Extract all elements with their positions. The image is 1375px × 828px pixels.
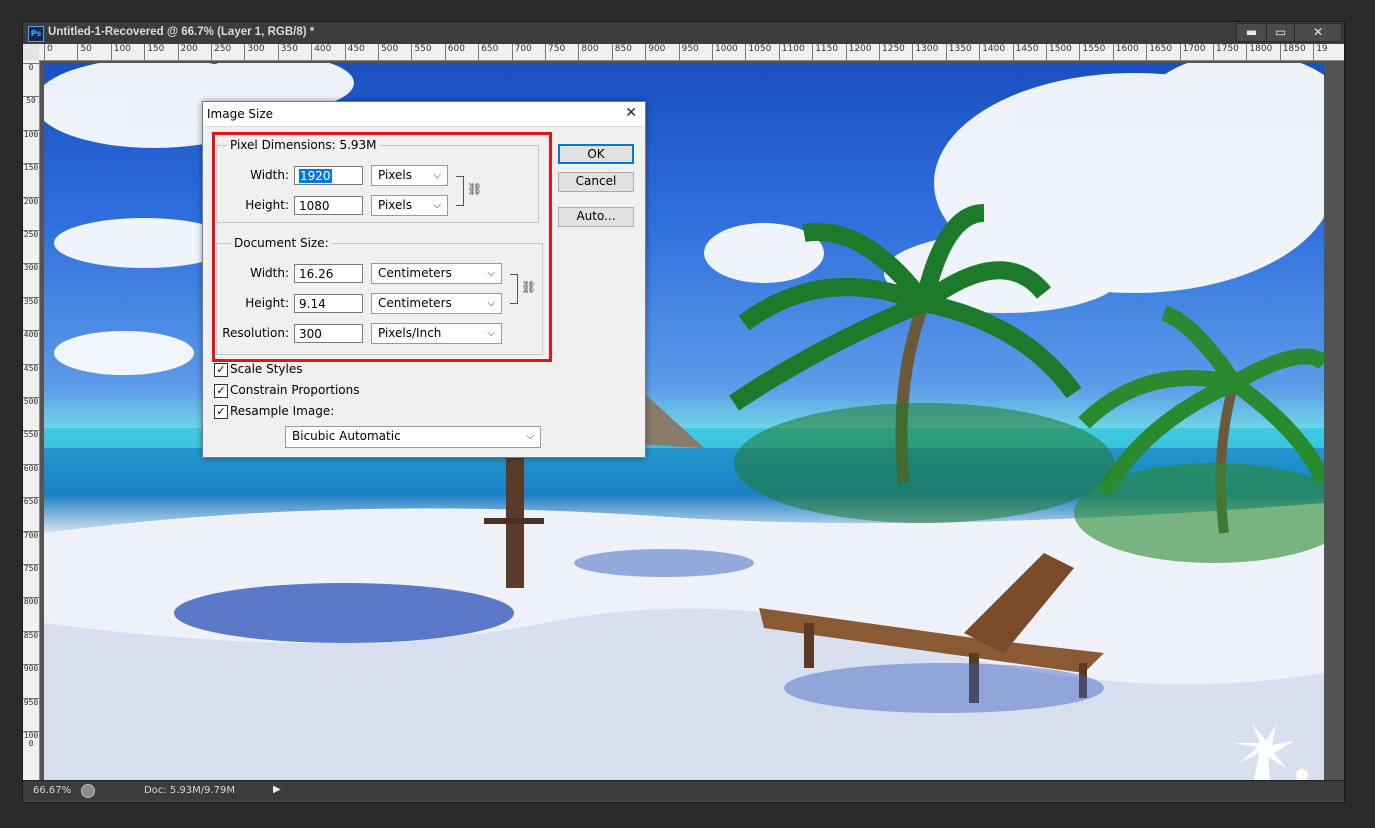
ruler-top-tick: 950	[678, 44, 699, 60]
ruler-top-tick: 800	[578, 44, 599, 60]
ruler-top-tick: 650	[478, 44, 498, 60]
ruler-top-tick: 750	[545, 44, 565, 60]
ruler-top-tick: 1400	[979, 44, 1005, 60]
scale-styles-checkbox[interactable]: ✓	[214, 363, 228, 377]
ruler-left-tick: 1000	[23, 731, 39, 748]
dialog-title: Image Size	[207, 107, 274, 121]
ruler-top-tick: 1750	[1213, 44, 1239, 60]
ruler-top-tick: 1150	[812, 44, 838, 60]
status-bar: 66.67% Doc: 5.93M/9.79M ▶	[23, 780, 1344, 801]
ruler-left-tick: 350	[23, 296, 39, 306]
constrain-proportions-label: Constrain Proportions	[230, 383, 360, 397]
doc-size: Doc: 5.93M/9.79M	[144, 785, 236, 796]
resample-method-select[interactable]: Bicubic Automatic ⌵	[285, 426, 541, 448]
ruler-left-tick: 400	[23, 330, 39, 340]
ruler-top-tick: 1500	[1046, 44, 1072, 60]
ruler-left-tick: 50	[23, 96, 39, 105]
ruler-left-tick: 600	[23, 463, 39, 473]
ruler-top-tick: 100	[110, 44, 131, 60]
resample-image-label: Resample Image:	[230, 404, 335, 418]
ruler-origin[interactable]	[23, 44, 40, 61]
ruler-top-tick: 600	[444, 44, 465, 60]
ruler-left-tick: 250	[23, 230, 39, 239]
ruler-top-tick: 1700	[1179, 44, 1206, 60]
ruler-top-tick: 1800	[1246, 44, 1272, 60]
ruler-top-tick: 300	[244, 44, 265, 60]
minimize-icon: ▬	[1245, 25, 1258, 39]
ruler-top-tick: 350	[277, 44, 298, 60]
ruler-left-tick: 750	[23, 564, 39, 573]
ruler-top-tick: 1650	[1146, 44, 1172, 60]
ruler-top-tick: 900	[645, 44, 665, 60]
ruler-top-tick: 700	[511, 44, 532, 60]
ruler-left-tick: 0	[23, 63, 39, 72]
ruler-top-tick: 500	[378, 44, 398, 60]
ruler-top-tick: 200	[177, 44, 198, 60]
document-title: Untitled-1-Recovered @ 66.7% (Layer 1, R…	[48, 26, 315, 38]
ruler-top-tick: 1200	[845, 44, 872, 60]
ruler-top-tick: 1000	[712, 44, 738, 60]
ruler-top-tick: 1600	[1112, 44, 1139, 60]
cancel-button[interactable]: Cancel	[558, 172, 634, 192]
ruler-left-tick: 900	[23, 664, 39, 674]
zoom-level[interactable]: 66.67%	[33, 785, 71, 796]
ruler-top-tick: 1300	[912, 44, 938, 60]
highlight-annotation-box	[212, 132, 552, 362]
dialog-close-icon[interactable]: ✕	[625, 105, 637, 121]
ruler-top-tick: 450	[344, 44, 365, 60]
maximize-button[interactable]: ▭	[1266, 23, 1295, 42]
resample-image-checkbox[interactable]: ✓	[214, 405, 228, 419]
auto-button[interactable]: Auto...	[558, 207, 634, 227]
ruler-top-tick: 19	[1313, 44, 1328, 60]
ok-button[interactable]: OK	[558, 144, 634, 164]
close-button[interactable]: ✕	[1294, 23, 1342, 42]
dialog-title-bar[interactable]: Image Size ✕	[203, 102, 645, 127]
ruler-left-tick: 650	[23, 497, 39, 507]
status-menu-arrow-icon[interactable]: ▶	[273, 784, 281, 795]
ruler-top-tick: 1350	[945, 44, 972, 60]
ruler-top-tick: 1050	[745, 44, 771, 60]
maximize-icon: ▭	[1274, 25, 1287, 39]
ruler-left-tick: 300	[23, 263, 39, 273]
close-icon: ✕	[1312, 25, 1324, 39]
ruler-left-tick: 550	[23, 430, 39, 440]
ruler-top-tick: 50	[77, 44, 92, 60]
title-bar[interactable]: Ps Untitled-1-Recovered @ 66.7% (Layer 1…	[23, 22, 1344, 44]
scale-styles-label: Scale Styles	[230, 362, 303, 376]
horizontal-ruler[interactable]: 0 50 100 150 200 250 300 350 400 450 500 550 600 650 7…	[39, 44, 1344, 61]
resample-method: Bicubic Automatic	[292, 429, 401, 443]
ruler-top-tick: 1450	[1012, 44, 1039, 60]
ruler-left-tick: 500	[23, 397, 39, 406]
ruler-top-tick: 1100	[778, 44, 805, 60]
chevron-down-icon: ⌵	[526, 431, 534, 442]
ruler-left-tick: 200	[23, 196, 39, 206]
ruler-left-tick: 800	[23, 597, 39, 607]
constrain-proportions-checkbox[interactable]: ✓	[214, 384, 228, 398]
ruler-left-tick: 700	[23, 530, 39, 540]
minimize-button[interactable]: ▬	[1236, 23, 1267, 42]
ruler-top-tick: 1250	[879, 44, 905, 60]
ruler-left-tick: 150	[23, 163, 39, 173]
ruler-top-tick: 1850	[1279, 44, 1306, 60]
status-info-icon[interactable]	[81, 784, 95, 798]
ruler-top-tick: 1550	[1079, 44, 1105, 60]
ruler-top-tick: 550	[411, 44, 432, 60]
ruler-left-tick: 850	[23, 630, 39, 640]
ruler-left-tick: 450	[23, 363, 39, 373]
ruler-top-tick: 0	[44, 44, 53, 60]
ruler-left-tick: 100	[23, 129, 39, 139]
ruler-top-tick: 150	[144, 44, 164, 60]
ruler-top-tick: 850	[611, 44, 632, 60]
ruler-top-tick: 400	[311, 44, 331, 60]
vertical-ruler[interactable]: 0 50 100 150 200 250 300 350 400 450 500 550 600 650 7…	[23, 60, 40, 780]
ruler-top-tick: 250	[211, 44, 231, 60]
ruler-left-tick: 950	[23, 697, 39, 707]
photoshop-app-icon: Ps	[28, 26, 44, 42]
